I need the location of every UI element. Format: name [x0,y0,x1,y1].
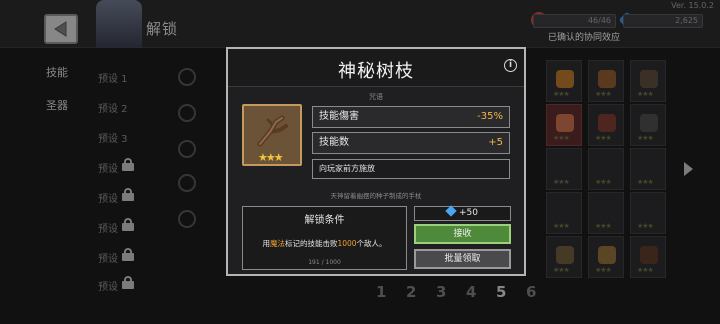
stat-label: 技能数 [319,137,349,148]
rarity-stars: ★★★ [258,151,284,164]
stat-value: -35% [477,111,503,122]
item-detail-modal: 神秘树枝 i 咒语 ★★★ 技能傷害 -35% 技能数 +5 向玩家前方施放 天… [226,47,526,276]
reward-display: +50 [414,205,511,221]
item-description: 向玩家前方施放 [312,159,510,179]
item-category: 咒语 [369,93,383,101]
unlock-title: 解锁条件 [304,215,345,226]
info-icon[interactable]: i [504,59,517,72]
unlock-progress: 191 / 1000 [308,259,341,266]
unlock-condition-panel: 解锁条件 用魔法标记的技能击败1000个敌人。 191 / 1000 [242,206,407,270]
unlock-description: 用魔法标记的技能击败1000个敌人。 [262,239,387,248]
claim-button[interactable]: 接收 [414,224,511,244]
stat-value: +5 [488,137,503,148]
gem-icon [445,205,457,217]
flavor-text: 天神留着幽摆的种子制成的手杖 [330,192,422,200]
bulk-claim-button[interactable]: 批量领取 [414,249,511,269]
stat-row-skill-damage: 技能傷害 -35% [312,106,510,128]
branch-item-icon [257,115,288,147]
stat-row-skill-count: 技能数 +5 [312,132,510,154]
stat-label: 技能傷害 [319,111,359,122]
item-portrait: ★★★ [242,104,302,166]
modal-title: 神秘树枝 [338,61,414,82]
